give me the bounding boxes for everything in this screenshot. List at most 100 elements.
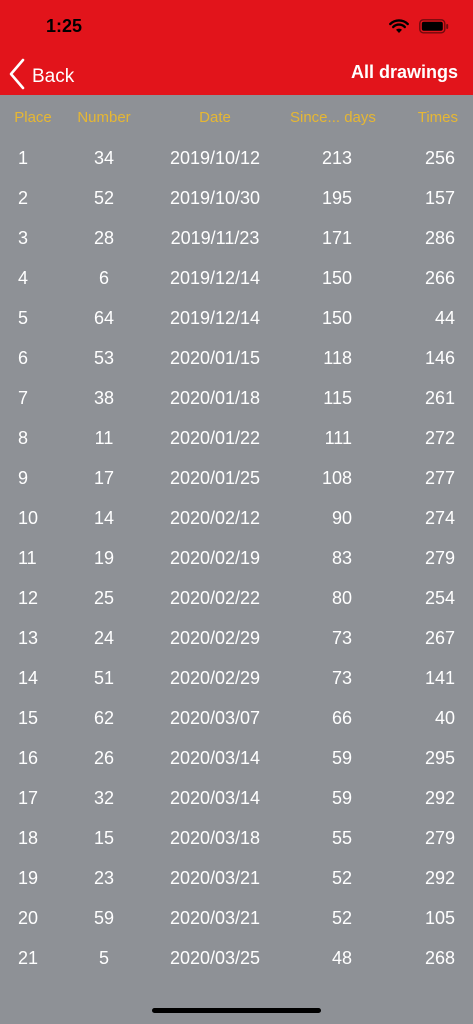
cell-date: 2020/01/22 [169, 427, 261, 448]
cell-since-days: 59 [331, 747, 352, 768]
cell-date: 2019/10/30 [169, 187, 261, 208]
cell-number: 15 [93, 827, 115, 848]
cell-times: 286 [424, 227, 455, 248]
cell-number: 52 [93, 187, 115, 208]
cell-date: 2020/01/18 [169, 387, 261, 408]
wifi-icon [389, 18, 409, 34]
cell-since-days: 83 [331, 547, 352, 568]
cell-times: 272 [424, 427, 455, 448]
cell-place: 20 [18, 907, 39, 928]
table-row: 12 25 2020/02/22 80 254 [0, 578, 473, 618]
cell-date: 2020/03/21 [169, 867, 261, 888]
table-row: 11 19 2020/02/19 83 279 [0, 538, 473, 578]
cell-number: 53 [93, 347, 115, 368]
cell-place: 10 [18, 507, 39, 528]
cell-since-days: 73 [331, 667, 352, 688]
table-row: 2 52 2019/10/30 195 157 [0, 178, 473, 218]
drawings-table: Place Number Date Since... days Times 13… [0, 96, 473, 978]
column-header-times: Times [417, 108, 458, 126]
cell-number: 64 [93, 307, 115, 328]
status-icons [389, 16, 449, 36]
table-row: 20 59 2020/03/21 52 105 [0, 898, 473, 938]
table-row: 21 5 2020/03/25 48 268 [0, 938, 473, 978]
cell-number: 34 [93, 147, 115, 168]
battery-icon [419, 18, 449, 34]
cell-date: 2020/02/29 [169, 667, 261, 688]
cell-times: 267 [424, 627, 455, 648]
cell-times: 266 [424, 267, 455, 288]
cell-since-days: 52 [331, 867, 352, 888]
cell-place: 15 [18, 707, 39, 728]
table-row: 18 15 2020/03/18 55 279 [0, 818, 473, 858]
cell-place: 5 [18, 307, 29, 328]
cell-number: 17 [93, 467, 115, 488]
cell-times: 254 [424, 587, 455, 608]
cell-times: 256 [424, 147, 455, 168]
cell-times: 292 [424, 787, 455, 808]
cell-number: 51 [93, 667, 115, 688]
cell-times: 141 [424, 667, 455, 688]
back-label: Back [32, 65, 75, 87]
cell-place: 6 [18, 347, 29, 368]
cell-number: 23 [93, 867, 115, 888]
table-row: 13 24 2020/02/29 73 267 [0, 618, 473, 658]
cell-date: 2020/03/07 [169, 707, 261, 728]
table-header: Place Number Date Since... days Times [0, 96, 473, 138]
cell-number: 14 [93, 507, 115, 528]
cell-place: 14 [18, 667, 39, 688]
cell-place: 16 [18, 747, 39, 768]
table-row: 16 26 2020/03/14 59 295 [0, 738, 473, 778]
cell-number: 28 [93, 227, 115, 248]
table-row: 14 51 2020/02/29 73 141 [0, 658, 473, 698]
cell-place: 7 [18, 387, 29, 408]
cell-date: 2020/03/18 [169, 827, 261, 848]
cell-since-days: 213 [321, 147, 352, 168]
table-row: 3 28 2019/11/23 171 286 [0, 218, 473, 258]
cell-times: 279 [424, 827, 455, 848]
cell-times: 105 [424, 907, 455, 928]
cell-times: 292 [424, 867, 455, 888]
table-row: 6 53 2020/01/15 118 146 [0, 338, 473, 378]
back-button[interactable]: Back [8, 58, 74, 95]
cell-since-days: 48 [331, 947, 352, 968]
cell-times: 274 [424, 507, 455, 528]
column-header-number: Number [77, 108, 131, 126]
cell-date: 2020/03/14 [169, 787, 261, 808]
cell-since-days: 55 [331, 827, 352, 848]
cell-place: 3 [18, 227, 29, 248]
cell-date: 2019/11/23 [170, 227, 260, 248]
table-body: 1 34 2019/10/12 213 256 2 52 2019/10/30 195 157 3 2… [0, 138, 473, 978]
chevron-left-icon [8, 58, 26, 95]
cell-place: 2 [18, 187, 29, 208]
cell-since-days: 150 [321, 307, 352, 328]
cell-date: 2019/12/14 [169, 267, 261, 288]
cell-date: 2020/01/15 [169, 347, 261, 368]
cell-place: 8 [18, 427, 29, 448]
cell-date: 2020/02/29 [169, 627, 261, 648]
cell-place: 9 [18, 467, 29, 488]
table-row: 4 6 2019/12/14 150 266 [0, 258, 473, 298]
cell-since-days: 171 [321, 227, 352, 248]
cell-times: 268 [424, 947, 455, 968]
cell-place: 4 [18, 267, 29, 288]
cell-since-days: 118 [323, 347, 352, 368]
table-row: 19 23 2020/03/21 52 292 [0, 858, 473, 898]
status-time: 1:25 [46, 16, 83, 36]
table-row: 10 14 2020/02/12 90 274 [0, 498, 473, 538]
cell-number: 24 [93, 627, 115, 648]
cell-number: 32 [93, 787, 115, 808]
cell-number: 5 [98, 947, 109, 968]
cell-date: 2019/12/14 [169, 307, 261, 328]
nav-bar: 1:25 Back All drawings [0, 0, 473, 95]
table-row: 1 34 2019/10/12 213 256 [0, 138, 473, 178]
cell-since-days: 115 [323, 387, 352, 408]
cell-place: 12 [18, 587, 39, 608]
cell-place: 18 [18, 827, 39, 848]
cell-number: 25 [93, 587, 115, 608]
cell-times: 261 [424, 387, 455, 408]
cell-date: 2020/03/25 [169, 947, 261, 968]
cell-number: 6 [98, 267, 109, 288]
cell-since-days: 80 [331, 587, 352, 608]
table-row: 15 62 2020/03/07 66 40 [0, 698, 473, 738]
cell-date: 2020/03/14 [169, 747, 261, 768]
